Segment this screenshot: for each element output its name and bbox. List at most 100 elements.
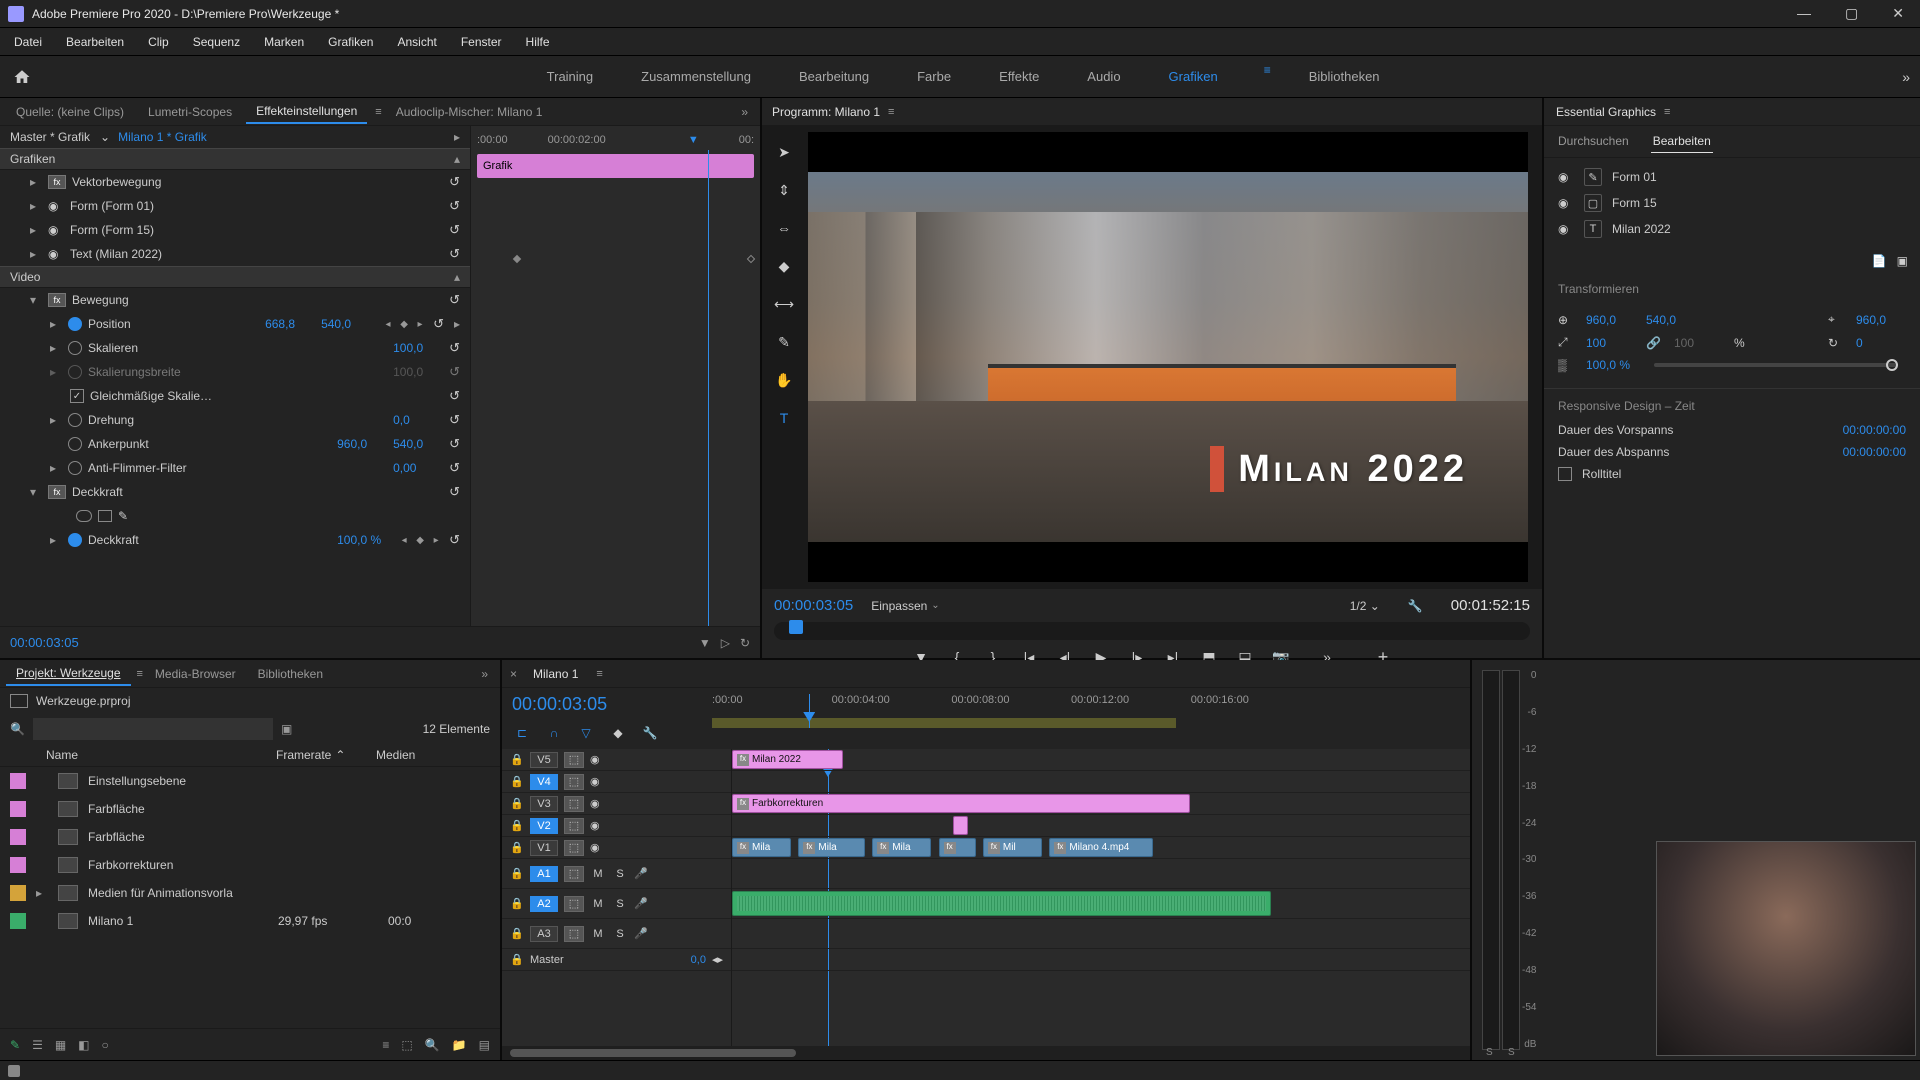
menu-clip[interactable]: Clip <box>138 31 179 53</box>
anker-y-value[interactable]: 540,0 <box>393 437 443 451</box>
lock-icon[interactable]: 🔒 <box>510 819 524 832</box>
workspace-zusammenstellung[interactable]: Zusammenstellung <box>631 63 761 90</box>
filter-bin-icon[interactable]: ▣ <box>281 722 292 736</box>
timeline-menu-icon[interactable]: ≡ <box>596 668 602 680</box>
expand-drehung[interactable]: ▸ <box>50 413 62 427</box>
eye-icon[interactable]: ◉ <box>1558 170 1574 184</box>
track-target[interactable]: V4 <box>530 774 558 790</box>
eye-icon[interactable]: ◉ <box>590 775 600 788</box>
expand-deckkraft[interactable]: ▾ <box>30 485 42 499</box>
solo-button[interactable]: S <box>612 928 628 940</box>
reset-antiflimmer[interactable]: ↺ <box>449 460 460 476</box>
track-target[interactable]: V2 <box>530 818 558 834</box>
fx-badge[interactable]: fx <box>48 175 66 189</box>
close-button[interactable]: ✕ <box>1884 1 1912 26</box>
loop-icon[interactable]: ↻ <box>740 636 750 650</box>
audio-track-header[interactable]: 🔒 A1 ⬚ M S 🎤 <box>502 859 731 889</box>
rolltitel-checkbox[interactable] <box>1558 467 1572 481</box>
solo-button[interactable]: S <box>612 868 628 880</box>
anker-x-value[interactable]: 960,0 <box>337 437 387 451</box>
type-tool[interactable]: T <box>772 406 796 430</box>
track-target[interactable]: A2 <box>530 896 558 912</box>
eg-layer-form15[interactable]: ◉ ▢ Form 15 <box>1552 190 1912 216</box>
workspace-grafiken[interactable]: Grafiken <box>1159 63 1228 90</box>
eg-anchor-x[interactable]: 960,0 <box>1856 313 1906 327</box>
expand-position[interactable]: ▸ <box>50 317 62 331</box>
eye-icon[interactable]: ◉ <box>590 753 600 766</box>
antiflimmer-value[interactable]: 0,00 <box>393 461 443 475</box>
lock-icon[interactable]: 🔒 <box>510 897 524 910</box>
prev-keyframe[interactable]: ◂ <box>397 535 411 546</box>
menu-sequenz[interactable]: Sequenz <box>183 31 250 53</box>
program-tab[interactable]: Programm: Milano 1 <box>772 105 880 119</box>
grafik-clip-bar[interactable]: Grafik <box>477 154 754 178</box>
minimize-button[interactable]: — <box>1789 1 1819 26</box>
video-track-header[interactable]: 🔒 V4 ⬚ ◉ <box>502 771 731 793</box>
project-item[interactable]: Milano 1 29,97 fps 00:0 <box>0 907 500 935</box>
bibliotheken-tab[interactable]: Bibliotheken <box>248 663 333 685</box>
menu-grafiken[interactable]: Grafiken <box>318 31 383 53</box>
sync-lock-icon[interactable]: ⬚ <box>564 866 584 882</box>
project-item[interactable]: Farbfläche <box>0 795 500 823</box>
position-y-value[interactable]: 540,0 <box>321 317 371 331</box>
timeline-scroll-thumb[interactable] <box>510 1049 796 1057</box>
snap-icon[interactable]: ⊏ <box>512 723 532 743</box>
horizontal-move-tool[interactable]: ⇔ <box>772 216 796 240</box>
link-icon[interactable]: 🔗 <box>1646 336 1664 350</box>
thumbnail-size-icon[interactable]: ◧ <box>78 1038 89 1052</box>
prop-form01[interactable]: Form (Form 01) <box>70 199 443 213</box>
clip[interactable]: fxMila <box>798 838 864 857</box>
mask-ellipse-icon[interactable] <box>76 510 92 522</box>
eg-tab-bearbeiten[interactable]: Bearbeiten <box>1651 130 1713 153</box>
project-item[interactable]: Farbkorrekturen <box>0 851 500 879</box>
section-video[interactable]: Video▴ <box>0 266 470 288</box>
video-track-lane[interactable] <box>732 771 1470 793</box>
eye-icon[interactable]: ◉ <box>48 247 64 261</box>
settings-wrench-icon[interactable]: 🔧 <box>1408 599 1423 613</box>
expand-form15[interactable]: ▸ <box>30 223 42 237</box>
find-icon[interactable]: ⬚ <box>401 1038 412 1052</box>
reset-deckkraft[interactable]: ↺ <box>449 484 460 500</box>
workspace-training[interactable]: Training <box>537 63 603 90</box>
reset-text-milan[interactable]: ↺ <box>449 246 460 262</box>
sync-lock-icon[interactable]: ⬚ <box>564 752 584 768</box>
tab-quelle[interactable]: Quelle: (keine Clips) <box>6 101 134 123</box>
eye-icon[interactable]: ◉ <box>1558 222 1574 236</box>
lock-icon[interactable]: 🔒 <box>510 797 524 810</box>
project-menu-icon[interactable]: ≡ <box>137 668 143 680</box>
lock-icon[interactable]: 🔒 <box>510 927 524 940</box>
eg-rotation[interactable]: 0 <box>1856 336 1906 350</box>
master-track-header[interactable]: 🔒Master0,0◂▸ <box>502 949 731 971</box>
stopwatch-drehung[interactable] <box>68 413 82 427</box>
new-item-icon[interactable]: 📁 <box>452 1038 467 1052</box>
vertical-move-tool[interactable]: ⇕ <box>772 178 796 202</box>
audio-track-header[interactable]: 🔒 A3 ⬚ M S 🎤 <box>502 919 731 949</box>
voiceover-icon[interactable]: 🎤 <box>634 867 648 880</box>
new-layer-icon[interactable]: 📄 <box>1872 254 1887 268</box>
timeline-wrench-icon[interactable]: 🔧 <box>640 723 660 743</box>
stopwatch-deckkraft-inner[interactable] <box>68 533 82 547</box>
eye-icon[interactable]: ◉ <box>590 841 600 854</box>
add-keyframe[interactable]: ◆ <box>413 535 427 546</box>
maximize-button[interactable]: ▢ <box>1837 1 1866 26</box>
eye-icon[interactable]: ◉ <box>48 199 64 213</box>
automate-icon[interactable]: ≡ <box>382 1038 389 1052</box>
eg-tab-durchsuchen[interactable]: Durchsuchen <box>1556 130 1631 153</box>
linked-selection-icon[interactable]: ∩ <box>544 723 564 743</box>
eye-icon[interactable]: ◉ <box>590 819 600 832</box>
icon-view-icon[interactable]: ☰ <box>32 1038 43 1052</box>
expand-vektorbewegung[interactable]: ▸ <box>30 175 42 189</box>
uniform-scale-checkbox[interactable] <box>70 389 84 403</box>
project-item[interactable]: ▸ Medien für Animationsvorla <box>0 879 500 907</box>
sync-lock-icon[interactable]: ⬚ <box>564 796 584 812</box>
program-video-frame[interactable]: Milan 2022 <box>808 132 1528 582</box>
freeform-view-icon[interactable]: ▦ <box>55 1038 66 1052</box>
track-target[interactable]: V3 <box>530 796 558 812</box>
clip[interactable]: fxMila <box>732 838 791 857</box>
timeline-settings-icon[interactable]: ◆ <box>608 723 628 743</box>
master-meter-icon[interactable]: ◂▸ <box>712 953 723 966</box>
voiceover-icon[interactable]: 🎤 <box>634 927 648 940</box>
project-tabs-overflow[interactable]: » <box>475 667 494 681</box>
workspace-bibliotheken[interactable]: Bibliotheken <box>1299 63 1390 90</box>
eg-pos-y[interactable]: 540,0 <box>1646 313 1696 327</box>
